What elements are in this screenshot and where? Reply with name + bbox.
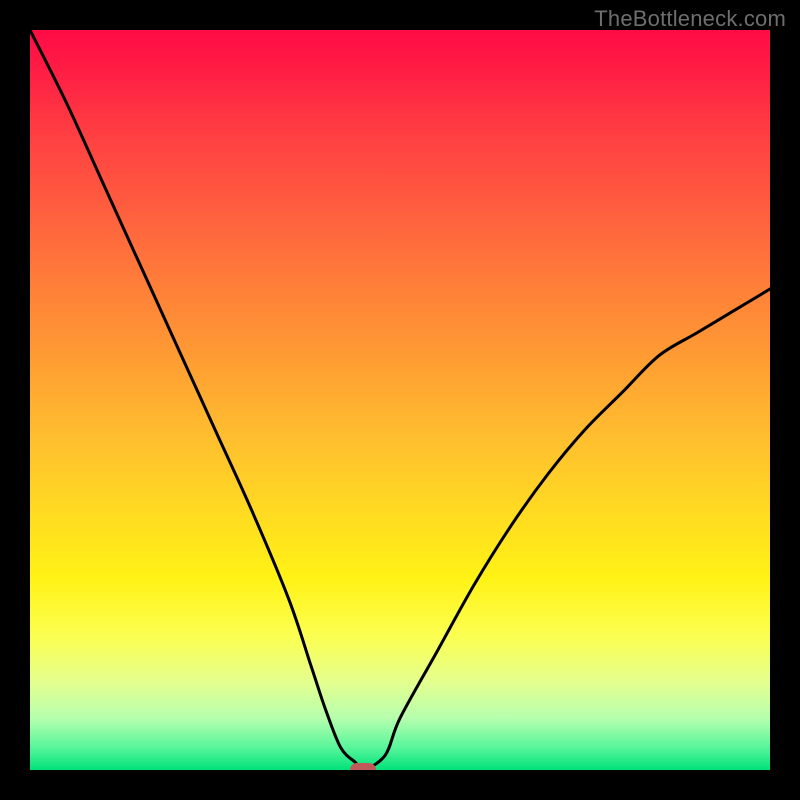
plot-area <box>30 30 770 770</box>
chart-frame: TheBottleneck.com <box>0 0 800 800</box>
bottleneck-curve <box>30 30 770 770</box>
minimum-marker <box>350 763 376 770</box>
watermark-text: TheBottleneck.com <box>594 6 786 32</box>
